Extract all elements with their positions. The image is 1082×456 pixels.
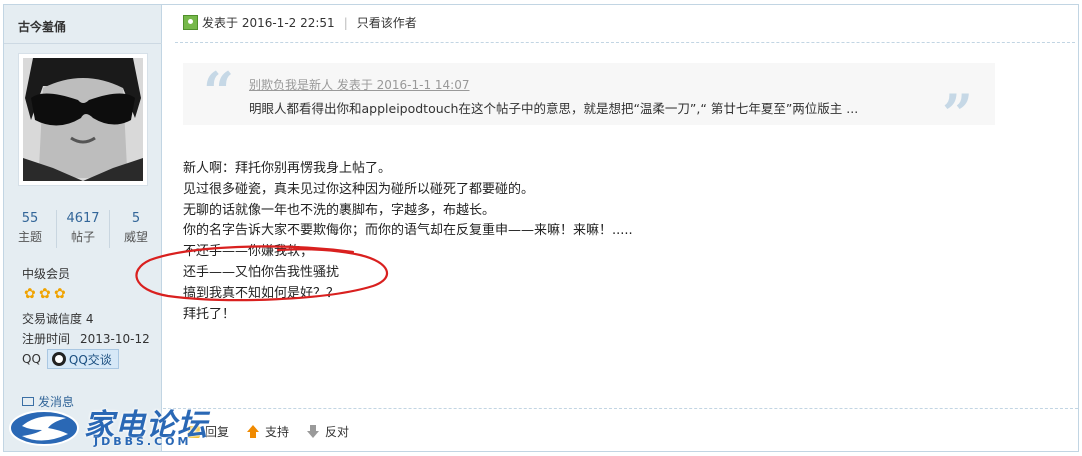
register-time: 注册时间 2013-10-12 (22, 330, 150, 347)
post-time: 发表于 2016-1-2 22:51 (202, 16, 335, 30)
quote-block: “ ” 别欺负我是新人 发表于 2016-1-1 14:07 明眼人都看得出你和… (183, 60, 995, 141)
content-line: 还手——又怕你告我性骚扰 (183, 264, 340, 280)
logo-domain: JDBBS.COM (94, 435, 192, 448)
close-quote-icon: ” (941, 82, 973, 146)
avatar[interactable] (23, 58, 143, 181)
quote-text: 明眼人都看得出你和appleipodtouch在这个帖子中的意思，就是想把“温柔… (249, 101, 859, 116)
member-rank[interactable]: 中级会员 (22, 265, 70, 282)
qq-chat-button[interactable]: QQ交谈 (46, 349, 119, 369)
stat-prestige[interactable]: 5 威望 (110, 210, 162, 248)
stat-posts[interactable]: 4617 帖子 (57, 210, 110, 248)
only-author-link[interactable]: 只看该作者 (357, 14, 417, 31)
qq-chat-label: QQ交谈 (68, 352, 112, 367)
logo-swoosh-icon (9, 410, 79, 446)
stat-label: 威望 (123, 230, 148, 244)
divider (163, 408, 1078, 409)
oppose-label: 反对 (325, 425, 350, 439)
qq-label: QQ (22, 352, 41, 366)
author-sidebar: 古今羞俑 55 主题 4617 帖子 5 威望 中级会员 ✿ ✿ ✿ 交易诚信度… (4, 5, 162, 451)
register-label: 注册时间 (22, 332, 71, 346)
author-name[interactable]: 古今羞俑 (18, 18, 66, 35)
reply-label: 回复 (205, 425, 230, 439)
content-line: 不还手——你嫌我软； (183, 244, 314, 260)
oppose-button[interactable]: 反对 (306, 423, 349, 440)
stat-label: 帖子 (70, 230, 95, 244)
stat-value[interactable]: 5 (110, 210, 162, 228)
trade-credit: 交易诚信度 4 (22, 312, 94, 326)
post-actions: 回复 支持 反对 (188, 423, 366, 440)
support-button[interactable]: 支持 (246, 423, 289, 440)
qq-row: QQ QQ交谈 (22, 349, 119, 369)
arrow-down-icon (306, 424, 320, 439)
stat-label: 主题 (17, 230, 42, 244)
author-stats: 55 主题 4617 帖子 5 威望 (4, 210, 162, 248)
open-quote-icon: “ (203, 60, 235, 124)
avatar-image (23, 58, 143, 181)
stat-value[interactable]: 55 (4, 210, 56, 228)
divider (175, 42, 1075, 43)
quote-source-link[interactable]: 别欺负我是新人 发表于 2016-1-1 14:07 (249, 76, 470, 93)
content-line: 你的名字告诉大家不要欺侮你；而你的语气却在反复重申——来嘛！来嘛！..... (183, 223, 633, 239)
divider (4, 43, 162, 44)
support-label: 支持 (265, 425, 290, 439)
online-status-icon (183, 15, 198, 30)
rank-stars: ✿ ✿ ✿ (24, 287, 68, 301)
site-watermark-logo: 家电论坛 JDBBS.COM (8, 400, 207, 452)
stat-topics[interactable]: 55 主题 (4, 210, 57, 248)
content-line: 拜托了！ (183, 306, 236, 322)
arrow-up-icon (246, 424, 260, 439)
content-line: 无聊的话就像一年也不洗的裹脚布，字越多，布越长。 (183, 202, 496, 218)
register-date: 2013-10-12 (80, 332, 150, 346)
post-content: 新人啊：拜托你别再愣我身上帖了。 见过很多碰瓷，真未见过你这种因为碰所以碰死了都… (183, 159, 633, 325)
star-icon: ✿ (24, 286, 36, 302)
avatar-frame[interactable] (18, 53, 148, 186)
separator: | (343, 15, 348, 30)
content-line: 新人啊：拜托你别再愣我身上帖了。 (183, 161, 392, 176)
content-line: 见过很多碰瓷，真未见过你这种因为碰所以碰死了都要碰的。 (183, 181, 535, 197)
star-icon: ✿ (54, 286, 66, 302)
star-icon: ✿ (39, 286, 51, 302)
stat-value[interactable]: 4617 (57, 210, 109, 228)
qq-penguin-icon (51, 352, 66, 366)
content-line: 搞到我真不知如何是好？？ (183, 285, 340, 301)
post-header: 发表于 2016-1-2 22:51 | 只看该作者 (183, 14, 417, 31)
